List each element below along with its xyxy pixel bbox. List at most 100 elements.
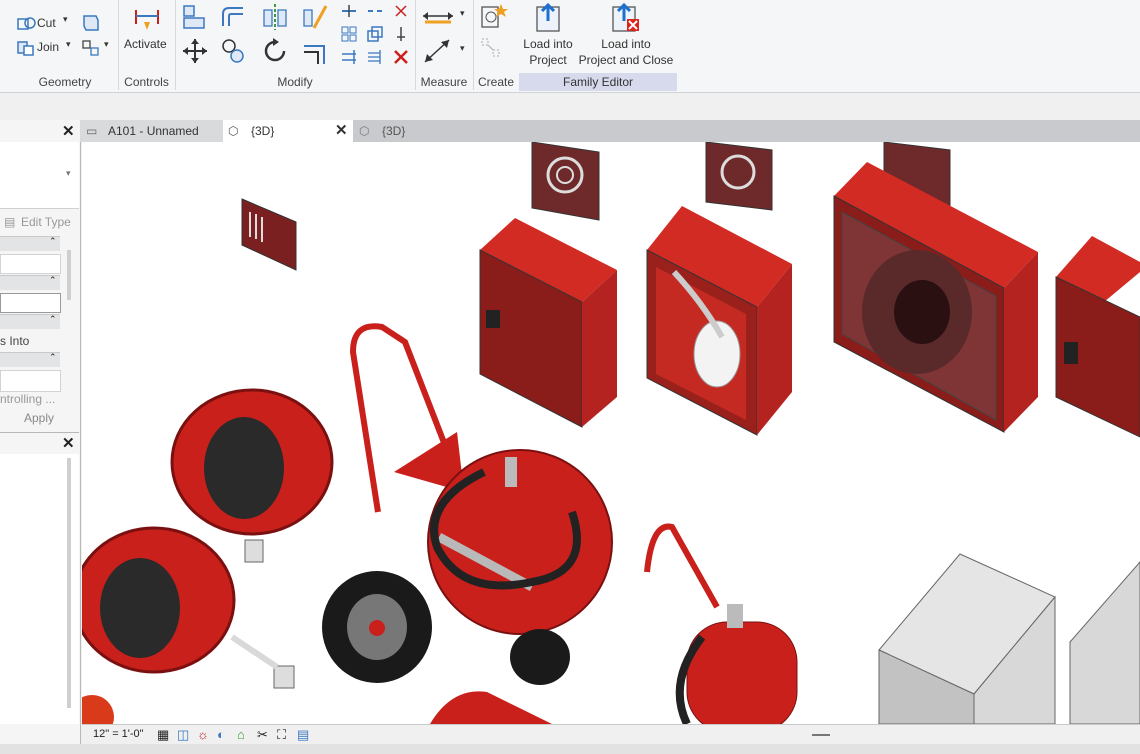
edit-type-button[interactable]: Edit Type <box>21 215 71 229</box>
view-control-bar: 12" = 1'-0" ▦ ◫ ☼ ◐ ⌂ ✂ ⛶ ▤ <box>82 724 1140 745</box>
properties-group-header[interactable]: ⌃ <box>0 352 60 367</box>
fire-extinguisher-partial <box>82 695 114 724</box>
bottom-status-strip <box>0 744 1140 754</box>
activate-button[interactable]: Activate <box>124 37 167 51</box>
properties-group-header[interactable]: ⌃ <box>0 236 60 251</box>
create-panel-label: Create <box>477 75 515 89</box>
property-field[interactable] <box>0 254 61 274</box>
measure-dropdown-icon[interactable]: ▾ <box>460 43 465 54</box>
tab-a101-unnamed[interactable]: ▭ A101 - Unnamed <box>80 120 223 142</box>
browser-scrollbar[interactable] <box>67 458 71 708</box>
tab-label: A101 - Unnamed <box>108 124 199 138</box>
mirror-draw-axis-icon[interactable] <box>300 2 330 32</box>
rotate-icon[interactable] <box>260 36 290 66</box>
move-icon[interactable] <box>180 36 210 66</box>
join-icon[interactable] <box>16 38 38 60</box>
apply-button[interactable]: Apply <box>24 411 54 425</box>
property-row-into: s Into <box>0 334 30 348</box>
load-into-project-icon[interactable] <box>533 1 563 33</box>
activate-controls-icon[interactable] <box>132 4 162 34</box>
load-close-line2[interactable]: Project and Close <box>578 53 674 67</box>
trim-corner-icon[interactable] <box>300 36 330 66</box>
offset-icon[interactable] <box>219 2 249 32</box>
cabinet-box <box>878 553 1056 724</box>
close-browser-icon[interactable]: ✕ <box>62 434 75 452</box>
3d-view-icon: ⬡ <box>359 124 370 138</box>
dimension-dropdown-icon[interactable]: ▾ <box>460 8 465 19</box>
split-face-icon[interactable] <box>80 37 102 59</box>
cut-dropdown-icon[interactable]: ▾ <box>63 14 68 25</box>
hose-reel-cabinet-glass <box>833 162 1038 433</box>
scroll-indicator[interactable] <box>812 734 830 736</box>
view-scale[interactable]: 12" = 1'-0" <box>93 728 144 740</box>
controls-panel-label: Controls <box>124 75 169 89</box>
properties-palette: ✕ ▾ ▤ Edit Type ⌃ ⌃ ⌃ s Into ⌃ ntrolling… <box>0 120 81 754</box>
sheet-view-icon: ▭ <box>86 124 98 138</box>
copy-icon[interactable] <box>219 36 249 66</box>
palette-scrollbar[interactable] <box>67 250 71 300</box>
align-icon[interactable] <box>180 2 210 32</box>
unpin-icon[interactable] <box>392 2 410 20</box>
measure-panel-label: Measure <box>420 75 468 89</box>
fire-extinguisher <box>644 523 798 724</box>
load-into-project-line1[interactable]: Load into <box>522 37 574 51</box>
split-element-icon[interactable] <box>340 2 358 20</box>
load-into-project-line2[interactable]: Project <box>522 53 574 67</box>
small-fire-sign <box>241 198 297 271</box>
close-palette-icon[interactable]: ✕ <box>62 122 75 140</box>
tab-3d-active[interactable]: ⬡ {3D} ✕ <box>223 120 353 142</box>
crop-view-icon[interactable]: ✂ <box>257 727 268 743</box>
hose-cabinet-closed <box>1055 236 1140 438</box>
detail-level-icon[interactable]: ▦ <box>157 727 169 743</box>
property-field[interactable] <box>0 370 61 392</box>
create-group-icon[interactable] <box>479 2 511 32</box>
property-row-controlling: ntrolling ... <box>0 392 56 406</box>
property-field[interactable] <box>0 293 61 313</box>
show-crop-icon[interactable]: ⛶ <box>277 727 286 743</box>
join-button[interactable]: Join <box>37 40 59 54</box>
project-browser[interactable] <box>0 454 79 724</box>
3d-view-canvas[interactable] <box>82 142 1140 724</box>
render-icon[interactable]: ⌂ <box>237 727 245 742</box>
lock-view-icon[interactable]: ▤ <box>297 727 309 743</box>
edit-type-icon: ▤ <box>4 215 16 229</box>
type-selector-dropdown-icon[interactable]: ▾ <box>66 168 71 179</box>
geometry-panel-label: Geometry <box>38 75 92 89</box>
create-similar-icon[interactable] <box>479 36 511 66</box>
measure-between-icon[interactable] <box>421 36 455 66</box>
properties-group-header[interactable]: ⌃ <box>0 275 60 290</box>
trim-extend-icon[interactable] <box>340 48 358 66</box>
cut-icon[interactable] <box>16 13 38 35</box>
fire-hose-sign <box>705 142 773 211</box>
tab-label: {3D} <box>382 124 406 138</box>
hose-reel <box>170 388 334 563</box>
split-dropdown-icon[interactable]: ▾ <box>104 39 109 50</box>
view-tab-bar: ▭ A101 - Unnamed ⬡ {3D} ✕ ⬡ {3D} <box>80 120 1140 142</box>
ribbon: Cut ▾ Join ▾ ▾ Geometry Activate Control… <box>0 0 1140 93</box>
split-gap-icon[interactable] <box>366 2 384 20</box>
type-selector[interactable]: ▾ <box>0 142 79 209</box>
delete-icon[interactable] <box>392 48 410 66</box>
load-into-project-and-close-icon[interactable] <box>609 1 643 33</box>
palette-divider <box>0 432 79 433</box>
cut-geometry-icon[interactable] <box>80 12 102 34</box>
load-close-line1[interactable]: Load into <box>580 37 672 51</box>
properties-group-header[interactable]: ⌃ <box>0 314 60 329</box>
cut-button[interactable]: Cut <box>37 16 56 30</box>
mirror-axis-icon[interactable] <box>260 2 290 32</box>
aligned-dimension-icon[interactable] <box>421 4 455 28</box>
scale-icon[interactable] <box>366 25 384 43</box>
join-dropdown-icon[interactable]: ▾ <box>66 39 71 50</box>
3d-view-icon: ⬡ <box>228 124 239 138</box>
array-icon[interactable] <box>340 25 358 43</box>
family-editor-panel-label: Family Editor <box>519 73 677 91</box>
cabinet-box <box>1069 561 1140 724</box>
tab-label: {3D} <box>251 124 275 138</box>
pin-icon[interactable] <box>392 25 410 43</box>
visual-style-icon[interactable]: ◫ <box>177 727 189 743</box>
tab-3d[interactable]: ⬡ {3D} <box>353 120 443 142</box>
close-tab-icon[interactable]: ✕ <box>335 120 348 142</box>
shadows-icon[interactable]: ◐ <box>217 727 225 742</box>
sun-path-icon[interactable]: ☼ <box>197 727 209 742</box>
trim-multiple-icon[interactable] <box>366 48 384 66</box>
